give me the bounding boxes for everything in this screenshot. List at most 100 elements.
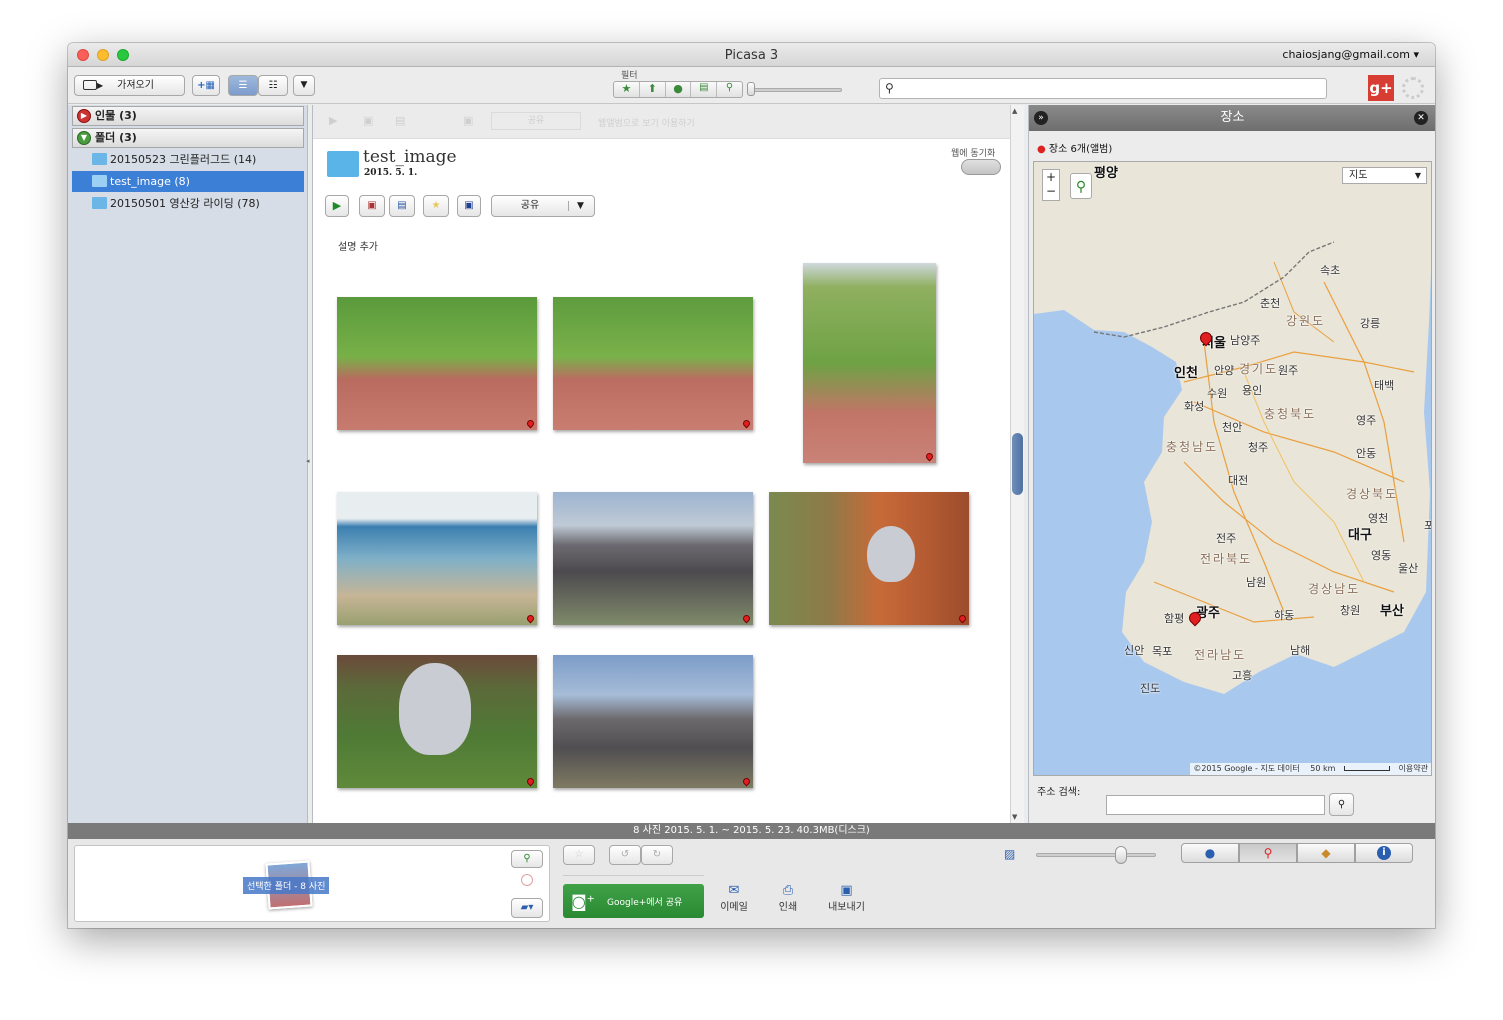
owl-plush	[399, 663, 471, 755]
slideshow-button[interactable]: ▶	[325, 195, 349, 217]
photo-thumbnail[interactable]	[553, 297, 753, 430]
rotate-right-button[interactable]: ↻	[641, 845, 673, 865]
expand-arrow-icon: ▶	[77, 109, 91, 123]
search-input[interactable]	[902, 80, 1322, 97]
list-view-button[interactable]: ☰	[228, 75, 258, 96]
movie-button[interactable]: ▤	[389, 195, 415, 217]
album-icon: ▰▾	[520, 902, 534, 913]
filter-faces-person-icon[interactable]: ●	[666, 82, 692, 97]
folders-section-header[interactable]: ▼ 폴더 (3)	[72, 128, 304, 148]
photo-browser: ▶ ▣ ▤ ▣ 공유 웹앨범으로 보기 이용하기 test_image 2015…	[312, 105, 1011, 823]
map-pin-icon: ⚲	[1263, 846, 1273, 860]
tray-star-button[interactable]: ☆	[563, 845, 595, 865]
clear-tray-icon[interactable]	[521, 874, 533, 886]
folders-header-label: 폴더 (3)	[95, 131, 137, 144]
people-section-header[interactable]: ▶ 인물 (3)	[72, 106, 304, 126]
photo-thumbnail[interactable]	[337, 297, 537, 430]
hold-pin-button[interactable]: ⚲	[511, 850, 543, 868]
add-to-album-button[interactable]: ▰▾	[511, 898, 543, 918]
filter-geotag-pin-icon[interactable]: ⚲	[717, 82, 742, 97]
places-tab[interactable]: ⚲	[1239, 843, 1297, 863]
map-terms-link[interactable]: 이용약관	[1399, 764, 1428, 773]
map-place-label: 함평	[1164, 612, 1185, 625]
view-options-dropdown[interactable]: ▼	[293, 75, 315, 96]
close-icon[interactable]: ✕	[1414, 111, 1428, 125]
photo-scrollbar[interactable]: ▲ ▼	[1010, 105, 1024, 823]
sync-label: 웹에 동기화	[951, 149, 996, 159]
folder-large-icon	[327, 151, 359, 177]
export-folder-icon: ▣	[840, 883, 853, 898]
google-plus-icon[interactable]: g+	[1368, 75, 1394, 101]
thumbnail-size-thumb[interactable]	[1115, 846, 1127, 864]
map-place-label: 남원	[1246, 576, 1267, 589]
sidebar-folder-item[interactable]: 20150523 그린플러그드 (14)	[72, 149, 304, 170]
rotate-left-button[interactable]: ↺	[609, 845, 641, 865]
print-button[interactable]: ⎙ 인쇄	[763, 879, 813, 913]
import-button[interactable]: ▶ 가져오기	[74, 75, 185, 96]
address-search-input[interactable]	[1106, 795, 1325, 815]
zoom-in-button[interactable]: +	[1043, 170, 1059, 184]
map-place-label: 용인	[1242, 384, 1263, 397]
disabled-hint: 웹앨범으로 보기 이용하기	[598, 119, 695, 129]
export-button[interactable]: ▣ 내보내기	[819, 879, 874, 913]
folder-date[interactable]: 2015. 5. 1.	[364, 168, 417, 178]
map-place-label: 고흥	[1232, 669, 1253, 682]
account-menu[interactable]: chaiosjang@gmail.com ▾	[1282, 48, 1419, 61]
photo-thumbnail[interactable]	[337, 655, 537, 788]
photo-thumbnail[interactable]	[803, 263, 936, 463]
zoom-out-button[interactable]: −	[1043, 184, 1059, 198]
filter-date-slider[interactable]	[750, 88, 842, 92]
play-small-icon: ▶	[97, 81, 104, 90]
map-place-label: 신안	[1124, 644, 1145, 657]
sidebar-folder-item[interactable]: 20150501 영산강 라이딩 (78)	[72, 193, 304, 214]
share-button[interactable]: 공유 ▼	[491, 195, 595, 217]
sidebar-resize-handle[interactable]: ◂	[306, 457, 310, 465]
scroll-up-icon[interactable]: ▲	[1012, 107, 1017, 115]
add-to-album-button[interactable]: +▦	[192, 75, 220, 96]
collage-button[interactable]: ▣	[359, 195, 385, 217]
star-button[interactable]: ★	[423, 195, 449, 217]
filter-starred-star-icon[interactable]: ★	[614, 82, 640, 97]
collapse-panel-icon[interactable]: »	[1034, 111, 1048, 125]
map-place-label: 수원	[1207, 387, 1228, 400]
geotag-pin-icon	[525, 776, 536, 787]
sidebar-folder-item-selected[interactable]: test_image (8)	[72, 171, 304, 192]
map-place-label: 하동	[1274, 609, 1295, 622]
scrollbar-thumb[interactable]	[1012, 433, 1023, 495]
scale-bar	[1344, 766, 1390, 771]
map-place-label: 인천	[1174, 366, 1198, 381]
pin-drop-button[interactable]: ⚲	[1070, 173, 1092, 199]
search-field[interactable]: ⚲	[879, 78, 1327, 99]
thumbnail-size-icon: ▨	[1004, 847, 1016, 861]
people-tab[interactable]: ●	[1181, 843, 1239, 863]
geotag-pin-icon	[741, 418, 752, 429]
email-button[interactable]: ✉ 이메일	[709, 879, 759, 913]
tags-tab[interactable]: ◆	[1297, 843, 1355, 863]
photo-thumbnail[interactable]	[553, 492, 753, 625]
folder-title[interactable]: test_image	[363, 147, 457, 167]
filter-slider-thumb[interactable]	[747, 82, 755, 96]
photo-thumbnail[interactable]	[337, 492, 537, 625]
save-button[interactable]: ▣	[457, 195, 481, 217]
map-place-label: 영주	[1356, 414, 1377, 427]
photo-thumbnail[interactable]	[769, 492, 969, 625]
map-view[interactable]: + − ⚲ 지도 ▼ 평양 속초 춘천 강원도 강릉 서울 남양주 인천 안양 경기도 원주 수원 용인 화…	[1033, 161, 1432, 776]
map-type-select[interactable]: 지도 ▼	[1342, 167, 1427, 184]
web-sync-toggle[interactable]	[961, 159, 1001, 175]
map-place-label: 춘천	[1260, 297, 1281, 310]
photo-thumbnail[interactable]	[553, 655, 753, 788]
info-tab[interactable]: i	[1355, 843, 1413, 863]
map-place-label: 경상남도	[1308, 582, 1361, 596]
filter-uploaded-arrow-icon[interactable]: ⬆	[640, 82, 666, 97]
import-label: 가져오기	[117, 80, 154, 91]
scroll-down-icon[interactable]: ▼	[1012, 813, 1017, 821]
map-pin-icon: ●	[1037, 144, 1046, 155]
share-google-plus-button[interactable]: ◙⁺ Google+에서 공유	[563, 884, 704, 918]
thumbnail-size-slider[interactable]	[1036, 853, 1156, 857]
address-search-button[interactable]: ⚲	[1329, 793, 1354, 816]
filter-video-film-icon[interactable]: ▤	[691, 82, 718, 97]
tree-view-button[interactable]: ☷	[258, 75, 288, 96]
chevron-down-icon: ▾	[1413, 48, 1419, 61]
map-copyright: ©2015 Google - 지도 데이터	[1193, 764, 1300, 773]
description-field[interactable]: 설명 추가	[338, 238, 378, 253]
